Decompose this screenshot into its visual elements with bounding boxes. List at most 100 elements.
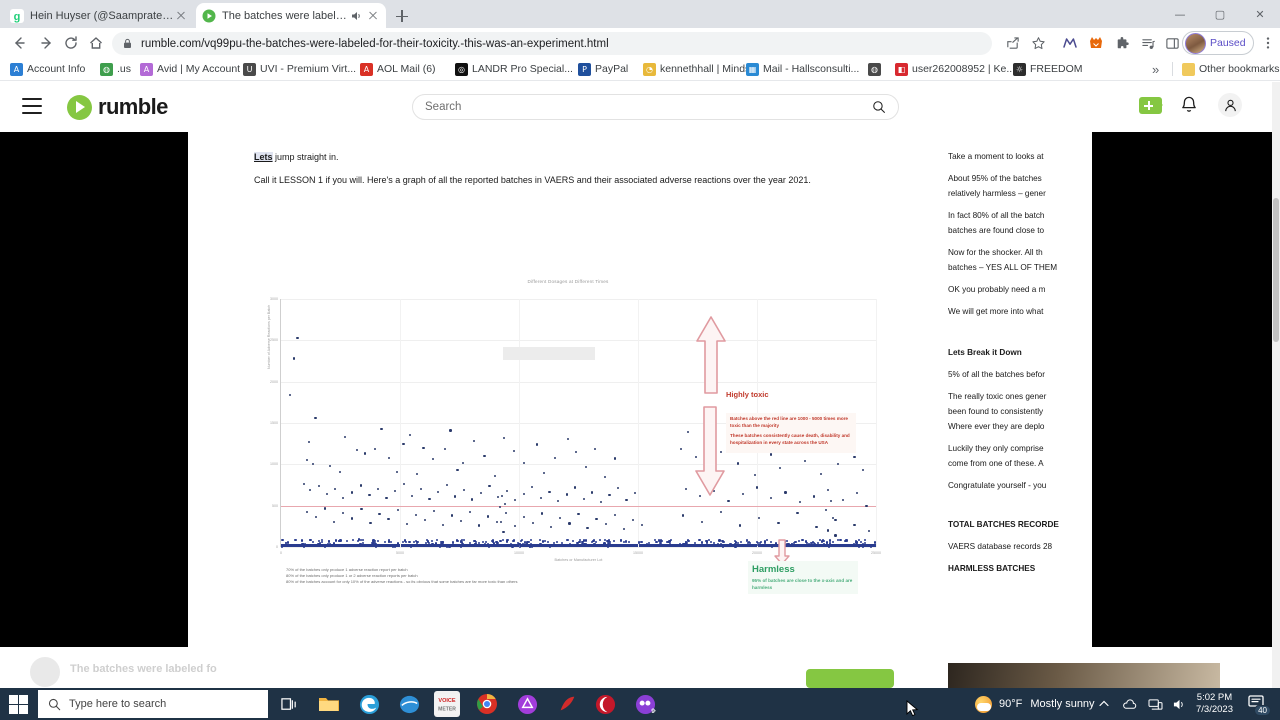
onedrive-icon[interactable] (1120, 688, 1138, 720)
back-button[interactable] (8, 32, 30, 54)
malwarebytes-extension-icon[interactable] (1058, 31, 1082, 55)
close-window-button[interactable]: ✕ (1240, 0, 1280, 28)
chart-data-point (289, 394, 291, 396)
page-scrollbar-track[interactable] (1272, 82, 1280, 688)
other-bookmarks-folder[interactable]: Other bookmarks (1182, 60, 1280, 78)
chart-data-point (547, 541, 549, 543)
page-scrollbar-thumb[interactable] (1273, 198, 1279, 342)
task-view-icon[interactable] (276, 691, 302, 717)
show-hidden-icons-chevron[interactable] (1096, 688, 1112, 720)
blue-app-icon[interactable] (396, 691, 422, 717)
taskbar-clock[interactable]: 5:02 PM 7/3/2023 (1196, 688, 1233, 720)
bookmark-3-label: UVI - Premium Virt... (260, 63, 356, 75)
chart-data-point (440, 541, 442, 543)
tab-audio-playing-icon[interactable] (350, 9, 363, 23)
chrome-menu-icon[interactable] (1256, 31, 1280, 55)
bookmark-9[interactable]: ◍ (868, 60, 885, 78)
voicemeeter-icon[interactable]: VOICE METER (434, 691, 460, 717)
microsoft-edge-icon[interactable] (356, 691, 382, 717)
bookmark-2[interactable]: A Avid | My Account (140, 60, 240, 78)
bookmarks-overflow-button[interactable]: » (1152, 60, 1159, 78)
bookmark-11[interactable]: ☼ FREEDOM (1013, 60, 1083, 78)
upload-video-icon[interactable] (1139, 97, 1162, 114)
chart-data-point (460, 520, 462, 522)
chart-data-point (842, 499, 844, 501)
extensions-puzzle-icon[interactable] (1110, 31, 1134, 55)
browser-tab-1[interactable]: g Hein Huyser (@Saamprater) - Ga (4, 3, 194, 28)
taskbar-weather-widget[interactable]: 90°F Mostly sunny (975, 688, 1095, 720)
chart-data-point (432, 458, 434, 460)
profile-chip-paused[interactable]: Paused (1182, 31, 1254, 55)
slide-line-1-lead: Lets (254, 152, 273, 162)
avid-icon: A (140, 63, 153, 76)
chart-data-point (433, 510, 435, 512)
bookmark-0[interactable]: A Account Info (10, 60, 85, 78)
hamburger-menu-icon[interactable] (22, 98, 42, 114)
chart-data-point (784, 491, 786, 493)
chart-data-point (614, 514, 616, 516)
reading-list-icon[interactable] (1136, 31, 1160, 55)
chart-data-point (460, 546, 462, 548)
bookmark-6[interactable]: P PayPal (578, 60, 628, 78)
channel-avatar[interactable] (30, 657, 60, 687)
side-panel-icon[interactable] (1160, 31, 1184, 55)
related-video-thumbnail[interactable] (948, 663, 1220, 688)
address-bar[interactable]: rumble.com/vq99pu-the-batches-were-label… (112, 32, 992, 55)
minimize-window-button[interactable]: — (1160, 0, 1200, 28)
bookmark-5[interactable]: ◎ LANDR Pro Special... (455, 60, 573, 78)
chart-data-point (424, 519, 426, 521)
red-arrow-app-icon[interactable] (554, 691, 580, 717)
notification-center-icon[interactable]: 40 (1248, 694, 1270, 714)
firefox-extension-icon[interactable] (1084, 31, 1108, 55)
bookmark-1[interactable]: ◍ .us (100, 60, 131, 78)
bookmark-7[interactable]: ◔ kennethhall | Minds (643, 60, 750, 78)
reload-button[interactable] (60, 32, 82, 54)
chart-data-point (874, 541, 876, 543)
globe-icon: ◍ (100, 63, 113, 76)
right-line-8: We will get more into what (948, 305, 1092, 318)
chart-data-point (720, 511, 722, 513)
search-placeholder: Search (425, 101, 872, 113)
weather-temperature: 90°F (999, 698, 1022, 710)
bookmark-3[interactable]: U UVI - Premium Virt... (243, 60, 356, 78)
search-input[interactable]: Search (412, 94, 899, 120)
bookmark-10[interactable]: ◧ user262008952 | Ke... (895, 60, 1015, 78)
close-tab-1-icon[interactable] (174, 9, 188, 23)
network-icon[interactable] (1146, 688, 1164, 720)
subscribe-button[interactable] (806, 669, 894, 688)
taskbar-search-input[interactable]: Type here to search (38, 690, 268, 718)
purple-circle-app-icon[interactable] (514, 691, 540, 717)
chart-data-point (414, 544, 416, 546)
chart-data-point (518, 543, 520, 545)
bookmark-star-icon[interactable] (1026, 31, 1050, 55)
new-tab-button[interactable] (392, 6, 412, 26)
chart-data-point (297, 544, 299, 546)
folder-icon (1182, 63, 1195, 76)
rumble-logo[interactable]: rumble (67, 95, 168, 119)
home-button[interactable] (85, 32, 107, 54)
chart-data-point (813, 495, 815, 497)
red-moon-app-icon[interactable] (592, 691, 618, 717)
chart-data-point (862, 469, 864, 471)
bookmark-6-label: PayPal (595, 63, 628, 75)
forward-button[interactable] (36, 32, 58, 54)
windows-start-icon[interactable] (8, 694, 30, 714)
notification-bell-icon[interactable] (1180, 95, 1198, 115)
bookmark-4[interactable]: A AOL Mail (6) (360, 60, 436, 78)
search-icon[interactable] (872, 100, 886, 114)
maximize-window-button[interactable]: ▢ (1200, 0, 1240, 28)
close-tab-2-icon[interactable] (366, 9, 380, 23)
chart-data-point (505, 512, 507, 514)
maximize-glyph: ▢ (1215, 8, 1225, 21)
file-explorer-icon[interactable] (316, 691, 342, 717)
user-account-icon[interactable] (1218, 93, 1242, 117)
messenger-app-icon[interactable]: 9+ (632, 691, 658, 717)
chart-data-point (456, 469, 458, 471)
volume-icon[interactable] (1170, 688, 1188, 720)
chart-y-tick: 1500 (265, 421, 278, 425)
bookmark-8[interactable]: ▦ Mail - Hallsconsulti... (746, 60, 859, 78)
share-icon[interactable] (1000, 31, 1024, 55)
browser-tab-2[interactable]: The batches were labeled fo (196, 3, 386, 28)
google-chrome-icon[interactable] (474, 691, 500, 717)
chart-data-point (779, 467, 781, 469)
